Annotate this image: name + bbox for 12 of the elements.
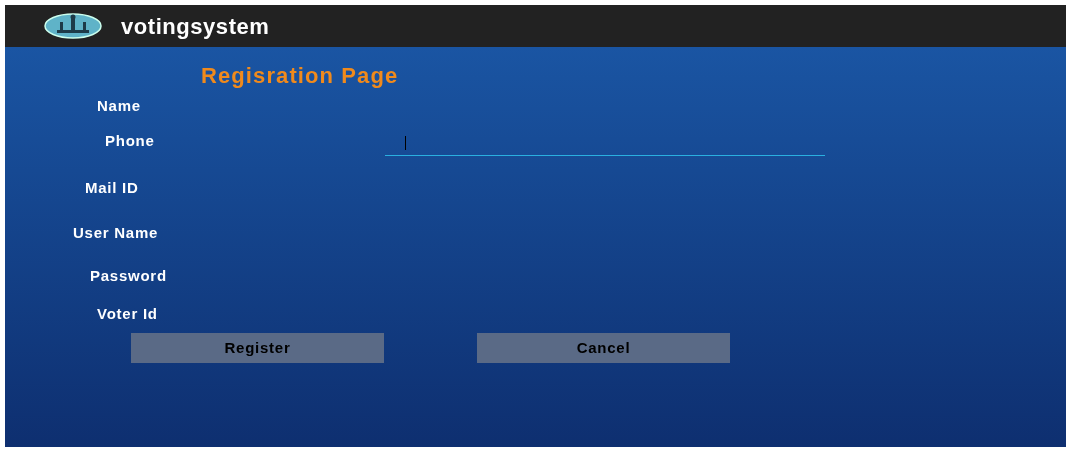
field-label: User Name: [73, 223, 160, 243]
field-label: Voter Id: [97, 304, 159, 324]
field-label: Mail ID: [85, 178, 140, 198]
register-button[interactable]: Register: [131, 333, 384, 363]
app-title: votingsystem: [121, 12, 270, 41]
cancel-button[interactable]: Cancel: [477, 333, 730, 363]
text-cursor: [405, 135, 406, 150]
field-label: Password: [90, 266, 168, 286]
field-label: Name: [97, 96, 142, 116]
page-heading: Regisration Page: [201, 63, 399, 88]
field-label: Phone: [105, 131, 156, 151]
logo-icon: [43, 12, 103, 40]
